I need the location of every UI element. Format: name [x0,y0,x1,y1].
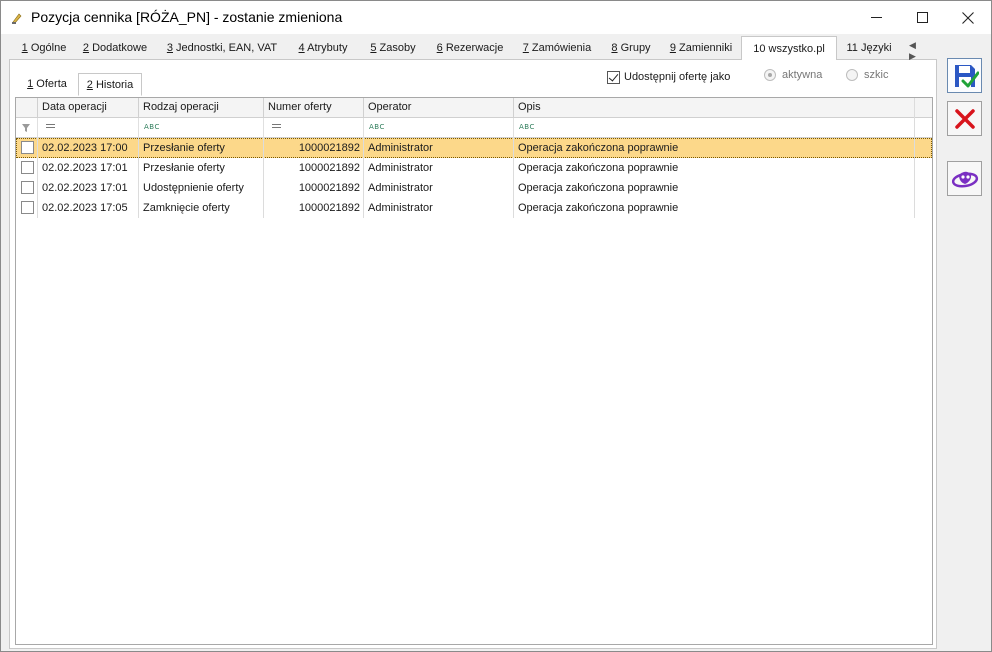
save-icon [954,64,979,87]
equals-icon [272,124,281,128]
radio-szkic[interactable]: szkic [846,69,888,81]
tab-scroll-arrows[interactable]: ◀ ▶ [909,40,937,62]
close-icon [962,11,974,24]
cell-desc: Operacja zakończona poprawnie [514,158,915,178]
row-check-cell [16,158,38,178]
window-title: Pozycja cennika [RÓŻA_PN] - zostanie zmi… [31,9,343,25]
subtab-oferta[interactable]: 1 Oferta [17,73,77,95]
cell-date: 02.02.2023 17:05 [38,198,139,218]
header-check-column[interactable] [16,98,38,118]
cancel-button[interactable] [947,101,982,136]
filter-icon [22,124,30,132]
header-rodzaj-operacji[interactable]: Rodzaj operacji [139,98,264,118]
share-offer-checkbox[interactable]: Udostępnij ofertę jako [607,69,730,85]
row-checkbox[interactable] [21,141,34,154]
cell-operator: Administrator [364,158,514,178]
filter-opis[interactable]: ABC [514,118,915,138]
radio-selected-icon[interactable] [764,69,776,81]
history-grid: Data operacji Rodzaj operacji Numer ofer… [15,97,933,645]
radio-empty-icon[interactable] [846,69,858,81]
header-data-operacji[interactable]: Data operacji [38,98,139,118]
cell-operator: Administrator [364,198,514,218]
cell-type: Przesłanie oferty [139,158,264,178]
header-opis[interactable]: Opis [514,98,915,118]
cell-date: 02.02.2023 17:00 [38,138,139,158]
text-filter-icon: ABC [144,123,160,131]
tab-dodatkowe[interactable]: 2 Dodatkowe [79,38,151,60]
equals-icon [46,124,55,128]
tab-jezyki[interactable]: 11 Języki [841,38,897,60]
row-checkbox[interactable] [21,161,34,174]
grid-right-border [914,98,915,218]
tab-zamowienia[interactable]: 7 Zamówienia [520,38,594,60]
dialog-window: Pozycja cennika [RÓŻA_PN] - zostanie zmi… [0,0,992,652]
minimize-icon [870,17,882,18]
text-filter-icon: ABC [519,123,535,131]
cell-date: 02.02.2023 17:01 [38,178,139,198]
subtab-historia[interactable]: 2 Historia [78,73,142,96]
tab-rezerwacje[interactable]: 6 Rezerwacje [433,38,507,60]
header-operator[interactable]: Operator [364,98,514,118]
cell-number: 1000021892 [264,198,364,218]
cell-desc: Operacja zakończona poprawnie [514,198,915,218]
cell-desc: Operacja zakończona poprawnie [514,138,915,158]
text-filter-icon: ABC [369,123,385,131]
table-row[interactable]: 02.02.2023 17:00 Przesłanie oferty 10000… [16,138,932,158]
row-check-cell [16,178,38,198]
cell-number: 1000021892 [264,178,364,198]
tab-ogolne[interactable]: 1 Ogólne [13,38,75,60]
tab-jednostki[interactable]: 3 Jednostki, EAN, VAT [164,38,280,60]
checkbox-checked-icon[interactable] [607,70,620,84]
tab-atrybuty[interactable]: 4 Atrybuty [292,38,354,60]
cell-operator: Administrator [364,138,514,158]
cell-type: Udostępnienie oferty [139,178,264,198]
table-row[interactable]: 02.02.2023 17:05 Zamknięcie oferty 10000… [16,198,932,218]
minimize-button[interactable] [853,1,899,34]
row-checkbox[interactable] [21,181,34,194]
filter-data-operacji[interactable] [38,118,139,138]
filter-rodzaj-operacji[interactable]: ABC [139,118,264,138]
maximize-button[interactable] [899,1,945,34]
radio-aktywna[interactable]: aktywna [764,69,822,81]
cancel-icon [954,108,975,129]
app-icon [12,13,22,24]
save-button[interactable] [947,58,982,93]
cell-desc: Operacja zakończona poprawnie [514,178,915,198]
filter-operator[interactable]: ABC [364,118,514,138]
filter-row: ABC ABC ABC [16,118,932,138]
tab-grupy[interactable]: 8 Grupy [607,38,655,60]
table-row[interactable]: 02.02.2023 17:01 Przesłanie oferty 10000… [16,158,932,178]
filter-toggle[interactable] [16,118,38,138]
tab-wszystko-pl[interactable]: 10 wszystko.pl [741,36,837,60]
table-row[interactable]: 02.02.2023 17:01 Udostępnienie oferty 10… [16,178,932,198]
row-checkbox[interactable] [21,201,34,214]
cell-type: Zamknięcie oferty [139,198,264,218]
row-check-cell [16,138,38,158]
tab-zamienniki[interactable]: 9 Zamienniki [667,38,735,60]
row-check-cell [16,198,38,218]
cell-number: 1000021892 [264,158,364,178]
tab-zasoby[interactable]: 5 Zasoby [367,38,419,60]
grid-header: Data operacji Rodzaj operacji Numer ofer… [16,98,932,118]
cell-operator: Administrator [364,178,514,198]
wszystko-pl-button[interactable] [947,161,982,196]
cell-type: Przesłanie oferty [139,138,264,158]
maximize-icon [916,12,928,23]
title-bar: Pozycja cennika [RÓŻA_PN] - zostanie zmi… [1,1,991,34]
main-tab-bar: 1 Ogólne 2 Dodatkowe 3 Jednostki, EAN, V… [9,36,937,62]
filter-numer-oferty[interactable] [264,118,364,138]
cell-date: 02.02.2023 17:01 [38,158,139,178]
cell-number: 1000021892 [264,138,364,158]
header-numer-oferty[interactable]: Numer oferty [264,98,364,118]
content-panel: 1 Oferta 2 Historia Udostępnij ofertę ja… [9,60,937,649]
web-icon [951,171,978,188]
close-button[interactable] [945,1,991,34]
